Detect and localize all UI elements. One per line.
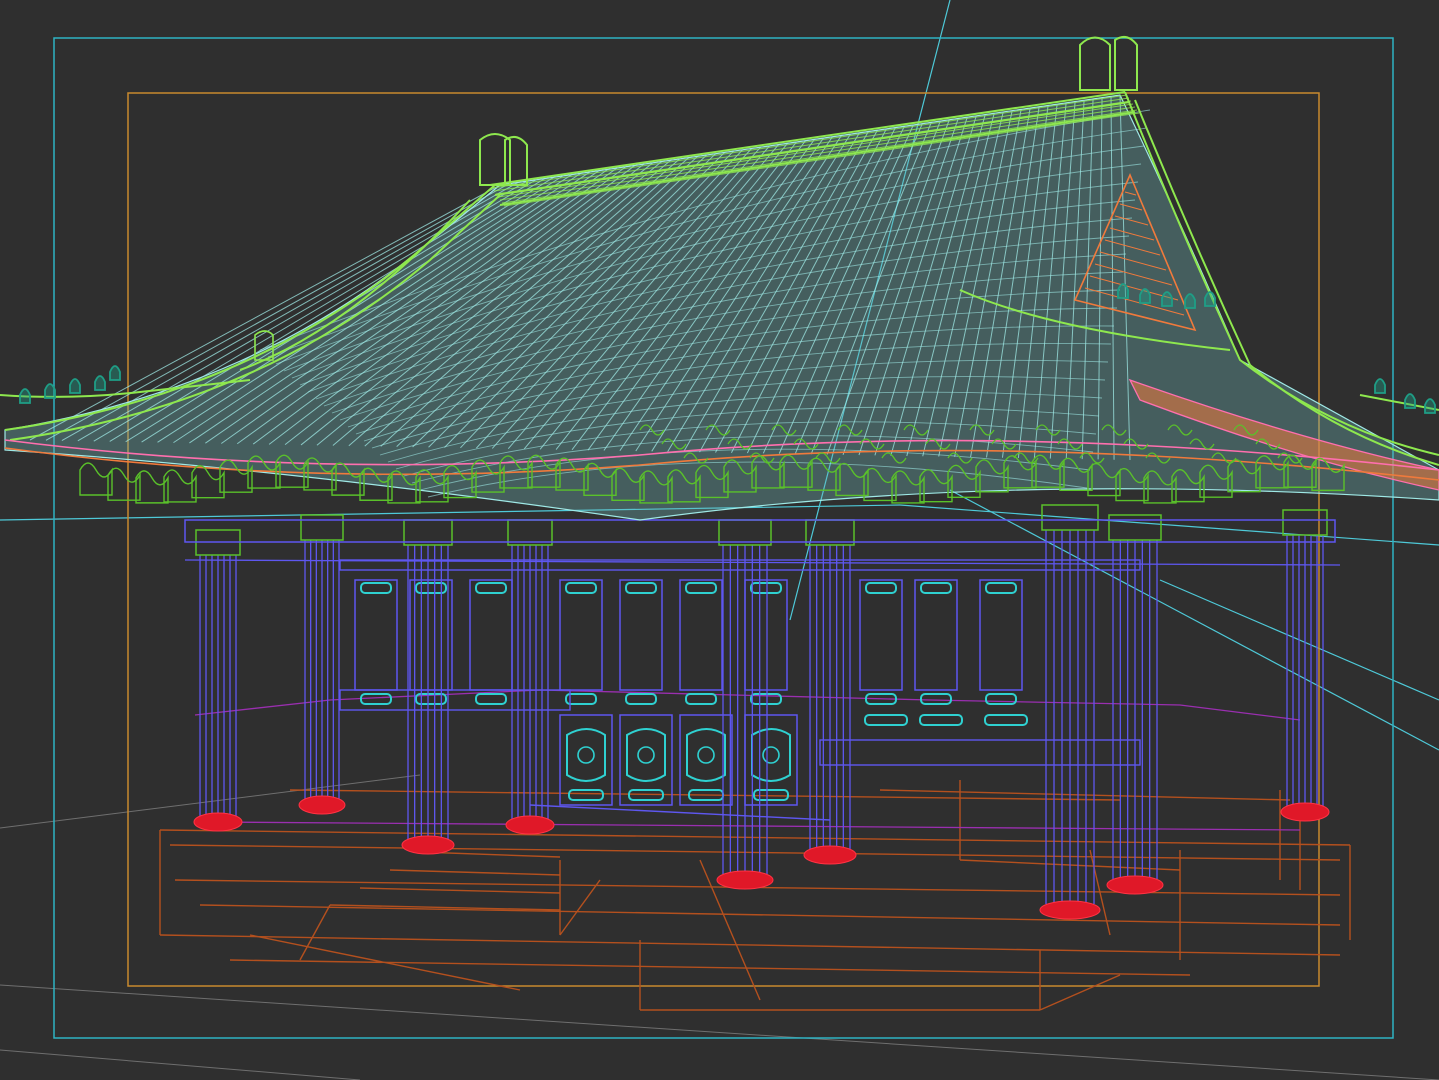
stone-platform bbox=[159, 780, 1351, 1011]
window-panels bbox=[339, 559, 1141, 821]
floor-outline bbox=[194, 689, 1301, 831]
columns bbox=[184, 504, 1341, 920]
wireframe-scene[interactable] bbox=[0, 0, 1439, 1080]
roof bbox=[0, 35, 1439, 521]
3d-viewport[interactable] bbox=[0, 0, 1439, 1080]
